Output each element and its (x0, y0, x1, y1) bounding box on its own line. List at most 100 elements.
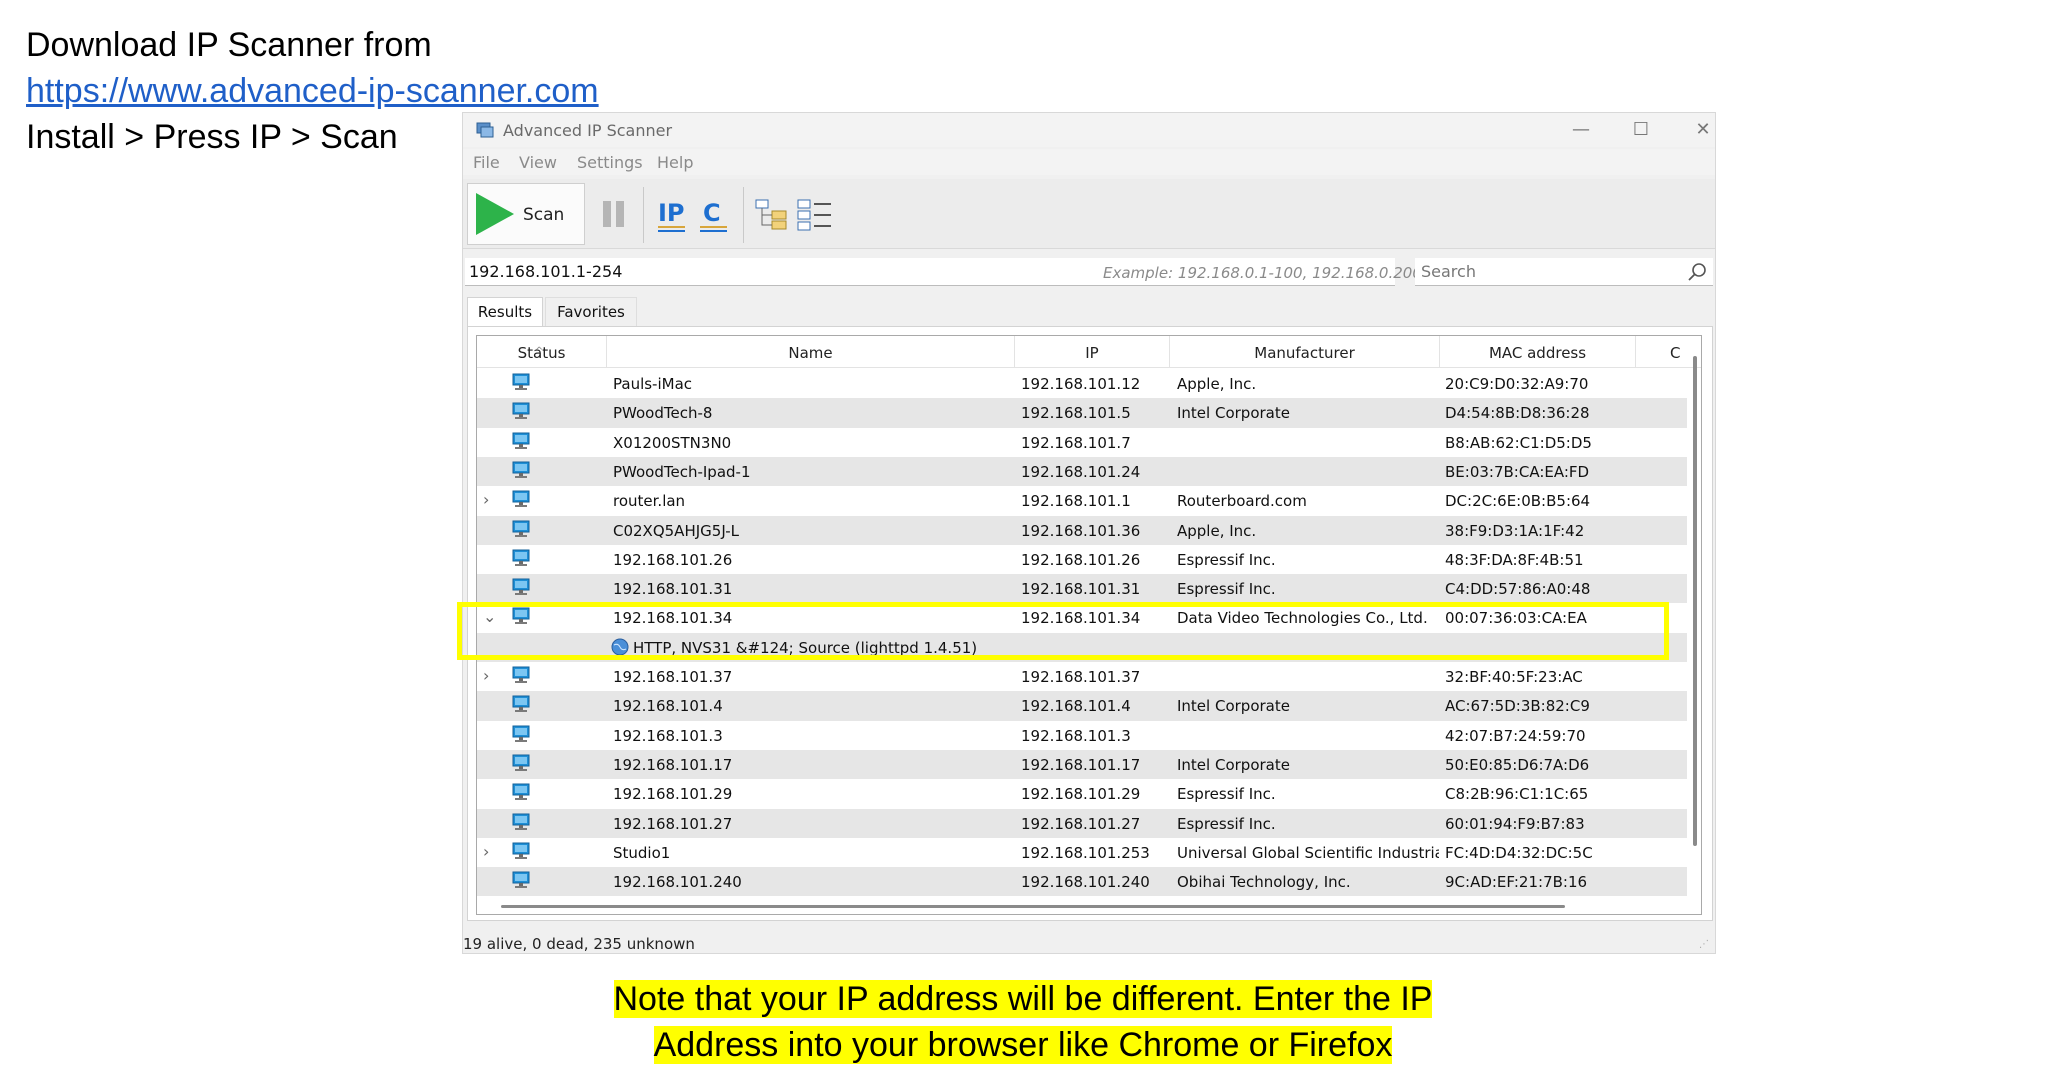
device-name: 192.168.101.4 (613, 697, 723, 716)
device-mac-address: 42:07:B7:24:59:70 (1445, 726, 1586, 745)
range-example-hint: Example: 192.168.0.1-100, 192.168.0.200 (1103, 264, 1422, 282)
table-row[interactable]: C02XQ5AHJG5J-L 192.168.101.36 Apple, Inc. 3… (477, 515, 1687, 545)
svg-text:C: C (703, 199, 721, 227)
device-mac-address: DC:2C:6E:0B:B5:64 (1445, 492, 1591, 511)
device-manufacturer: Apple, Inc. (1177, 521, 1257, 540)
column-name[interactable]: Name (607, 336, 1015, 368)
pause-icon[interactable] (601, 199, 627, 229)
expand-all-icon[interactable] (755, 197, 789, 231)
device-manufacturer: Obihai Technology, Inc. (1177, 873, 1351, 892)
device-mac-address: B8:AB:62:C1:D5:D5 (1445, 433, 1592, 452)
advanced-ip-scanner-window: Advanced IP Scanner — ☐ ✕ File View Sett… (462, 112, 1716, 954)
computer-icon (511, 665, 531, 689)
device-mac-address: 38:F9:D3:1A:1F:42 (1445, 521, 1585, 540)
minimize-button[interactable]: — (1553, 115, 1609, 145)
device-ip: 192.168.101.253 (1021, 843, 1150, 862)
play-icon (476, 193, 514, 235)
computer-icon (511, 753, 531, 777)
table-row[interactable]: 192.168.101.4 192.168.101.4 Intel Corporat… (477, 691, 1687, 721)
computer-icon (511, 870, 531, 894)
table-row[interactable]: PWoodTech-Ipad-1 192.168.101.24 BE:03:7B:C… (477, 456, 1687, 487)
menu-view[interactable]: View (519, 153, 557, 172)
svg-text:IP: IP (658, 199, 685, 227)
column-manufacturer[interactable]: Manufacturer (1170, 336, 1440, 368)
status-bar: 19 alive, 0 dead, 235 unknown (463, 935, 695, 953)
device-manufacturer: Espressif Inc. (1177, 785, 1276, 804)
device-name: 192.168.101.37 (613, 668, 733, 686)
resize-grip[interactable]: ⋰ (1699, 939, 1709, 950)
download-link[interactable]: https://www.advanced-ip-scanner.com (26, 72, 599, 110)
device-manufacturer: Routerboard.com (1177, 492, 1307, 511)
device-ip: 192.168.101.5 (1021, 404, 1131, 423)
table-row[interactable]: 192.168.101.29 192.168.101.29 Espressif In… (477, 779, 1687, 808)
table-row[interactable]: Pauls-iMac 192.168.101.12 Apple, Inc. 20:C9… (477, 369, 1687, 398)
device-ip: 192.168.101.36 (1021, 521, 1141, 540)
computer-icon (511, 782, 531, 806)
device-name: X01200STN3N0 (613, 433, 732, 452)
device-mac-address: C8:2B:96:C1:1C:65 (1445, 785, 1589, 804)
computer-icon (511, 812, 531, 836)
chevron-right-icon[interactable]: › (483, 666, 489, 685)
table-row[interactable]: 192.168.101.17 192.168.101.17 Intel Corpor… (477, 749, 1687, 780)
device-name: 192.168.101.17 (613, 755, 733, 774)
ip-icon[interactable]: IP (657, 197, 687, 233)
device-manufacturer: Espressif Inc. (1177, 550, 1276, 569)
table-row[interactable]: › router.lan 192.168.101.1 Routerboard.com D… (477, 486, 1687, 515)
tab-favorites[interactable]: Favorites (545, 297, 637, 327)
table-row[interactable]: 192.168.101.26 192.168.101.26 Espressif In… (477, 545, 1687, 574)
device-manufacturer: Apple, Inc. (1177, 375, 1257, 393)
table-row[interactable]: 192.168.101.31 192.168.101.31 Espressif In… (477, 574, 1687, 604)
title-bar: Advanced IP Scanner — ☐ ✕ (463, 113, 1715, 147)
computer-icon (511, 577, 531, 601)
table-row[interactable]: › Studio1 192.168.101.253 Universal Global … (477, 838, 1687, 867)
vertical-scrollbar[interactable] (1693, 356, 1697, 846)
search-input[interactable] (1415, 258, 1713, 286)
horizontal-scrollbar[interactable] (501, 905, 1565, 908)
menu-file[interactable]: File (473, 153, 500, 172)
chevron-right-icon[interactable]: › (483, 842, 489, 861)
table-row[interactable]: 192.168.101.3 192.168.101.3 42:07:B7:24:59… (477, 721, 1687, 750)
instruction-line-1: Download IP Scanner from (26, 26, 432, 64)
device-name: Studio1 (613, 843, 671, 862)
computer-icon (511, 548, 531, 572)
device-ip: 192.168.101.240 (1021, 873, 1150, 892)
device-name: 192.168.101.27 (613, 814, 733, 833)
device-manufacturer: Universal Global Scientific Industrial .… (1177, 843, 1439, 862)
tab-results[interactable]: Results (467, 297, 543, 327)
device-ip: 192.168.101.31 (1021, 580, 1141, 599)
device-ip: 192.168.101.1 (1021, 492, 1131, 511)
computer-icon (511, 694, 531, 718)
table-row[interactable]: › 192.168.101.37 192.168.101.37 32:BF:40:5F… (477, 662, 1687, 691)
device-name: PWoodTech-8 (613, 404, 713, 423)
menu-help[interactable]: Help (657, 153, 693, 172)
note-line-2: Address into your browser like Chrome or… (653, 1026, 1393, 1064)
collapse-all-icon[interactable] (797, 197, 833, 231)
table-row[interactable]: PWoodTech-8 192.168.101.5 Intel Corporate D… (477, 398, 1687, 428)
table-row[interactable]: 192.168.101.27 192.168.101.27 Espressif In… (477, 808, 1687, 838)
menu-settings[interactable]: Settings (577, 153, 643, 172)
toolbar-separator (643, 187, 644, 243)
device-ip: 192.168.101.29 (1021, 785, 1141, 804)
table-row[interactable]: 192.168.101.240 192.168.101.240 Obihai Tec… (477, 867, 1687, 897)
chevron-right-icon[interactable]: › (483, 490, 489, 509)
close-button[interactable]: ✕ (1675, 115, 1731, 145)
maximize-button[interactable]: ☐ (1613, 115, 1669, 145)
c-icon[interactable]: C (699, 197, 729, 233)
column-mac-address[interactable]: MAC address (1440, 336, 1636, 368)
computer-icon (511, 489, 531, 513)
column-status[interactable]: ^ Status (477, 336, 607, 368)
column-ip[interactable]: IP (1015, 336, 1170, 368)
table-header: ^ Status Name IP Manufacturer MAC addres… (477, 336, 1701, 368)
device-ip: 192.168.101.4 (1021, 697, 1131, 716)
device-mac-address: 60:01:94:F9:B7:83 (1445, 814, 1585, 833)
search-icon[interactable] (1687, 262, 1707, 282)
device-manufacturer: Espressif Inc. (1177, 814, 1276, 833)
scan-button[interactable]: Scan (467, 183, 585, 245)
table-row[interactable]: X01200STN3N0 192.168.101.7 B8:AB:62:C1:D5:… (477, 428, 1687, 457)
computer-icon (511, 431, 531, 455)
computer-icon (511, 724, 531, 748)
column-comments[interactable]: C (1636, 336, 1696, 368)
device-name: 192.168.101.26 (613, 550, 733, 569)
device-ip: 192.168.101.24 (1021, 462, 1141, 481)
device-name: 192.168.101.31 (613, 580, 733, 599)
